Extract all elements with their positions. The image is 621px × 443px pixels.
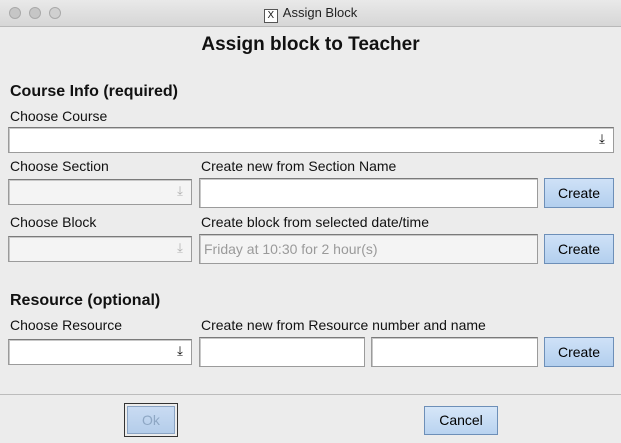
create-section-button[interactable]: Create [544,178,614,208]
download-arrow-icon[interactable]: ⤓ [173,242,187,256]
window-title: X Assign Block [0,5,621,23]
new-block-label: Create block from selected date/time [201,214,429,230]
download-arrow-icon[interactable]: ⤓ [173,185,187,199]
ok-button[interactable]: Ok [127,406,175,434]
section-name-input[interactable] [199,178,538,208]
resource-title: Resource (optional) [10,292,161,309]
block-datetime-input[interactable]: Friday at 10:30 for 2 hour(s) [199,234,538,264]
footer-divider [0,394,621,395]
page-title: Assign block to Teacher [201,34,420,55]
resource-number-input[interactable] [199,337,365,367]
dialog-content: Assign block to Teacher Course Info (req… [0,27,621,443]
create-resource-button[interactable]: Create [544,337,614,367]
new-section-label: Create new from Section Name [201,158,397,174]
create-block-button[interactable]: Create [544,234,614,264]
resource-name-input[interactable] [371,337,538,367]
cancel-button[interactable]: Cancel [424,406,498,435]
new-resource-label: Create new from Resource number and name [201,317,486,333]
download-arrow-icon[interactable]: ⤓ [595,133,609,147]
block-datetime-placeholder: Friday at 10:30 for 2 hour(s) [204,241,378,257]
window-titlebar: X Assign Block [0,0,621,27]
choose-course-label: Choose Course [10,108,108,124]
choose-section-label: Choose Section [10,158,109,174]
choose-resource-dropdown[interactable]: ⤓ [8,339,192,365]
window-title-text: Assign Block [282,5,358,20]
choose-resource-label: Choose Resource [10,317,123,333]
choose-section-dropdown[interactable]: ⤓ [8,179,192,205]
download-arrow-icon[interactable]: ⤓ [173,345,187,359]
course-info-title: Course Info (required) [10,83,179,100]
choose-block-label: Choose Block [10,214,97,230]
choose-block-dropdown[interactable]: ⤓ [8,236,192,262]
choose-course-dropdown[interactable]: ⤓ [8,127,614,153]
x11-icon: X [263,9,278,23]
